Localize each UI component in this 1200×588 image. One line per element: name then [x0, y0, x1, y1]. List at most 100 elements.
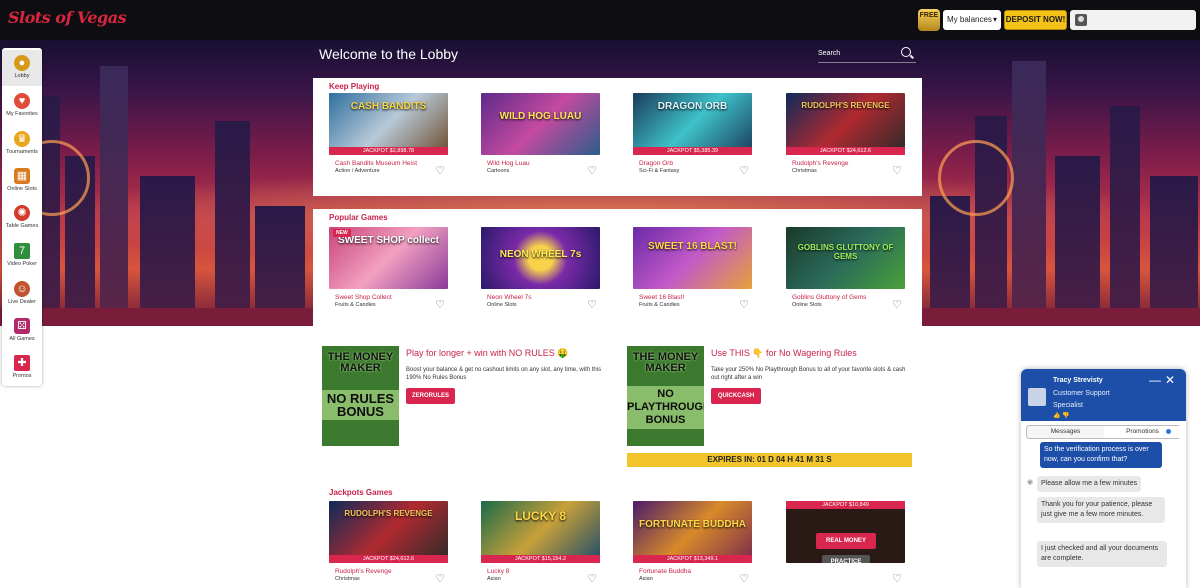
- sidebar-item-online-slots[interactable]: ▦ Online Slots: [2, 163, 42, 199]
- dealer-icon: ☺: [14, 281, 30, 297]
- game-name[interactable]: Wild Hog Luau: [487, 160, 530, 167]
- favorite-heart-icon[interactable]: ♡: [587, 164, 597, 177]
- game-art-title: DRAGON ORB: [657, 101, 728, 112]
- sidebar-item-table-games[interactable]: ✺ Table Games: [2, 200, 42, 236]
- chevron-down-icon: ▾: [992, 15, 997, 24]
- game-card[interactable]: NEON WHEEL 7s Neon Wheel 7s Online Slots…: [481, 227, 600, 319]
- game-thumbnail[interactable]: SWEET 16 BLAST!: [633, 227, 752, 289]
- game-card[interactable]: WILD HOG LUAU Wild Hog Luau Cartoons ♡: [481, 93, 600, 185]
- jackpot-amount: JACKPOT $10,849: [786, 501, 905, 509]
- practice-button[interactable]: PRACTICE: [822, 555, 870, 563]
- favorite-heart-icon[interactable]: ♡: [739, 572, 749, 585]
- sidebar-item-all-games[interactable]: ⚄ All Games: [2, 313, 42, 349]
- game-name[interactable]: Cash Bandits Museum Heist: [335, 160, 417, 167]
- game-thumbnail[interactable]: FORTUNATE BUDDHA JACKPOT $13,349.1: [633, 501, 752, 563]
- game-category: Christmas: [792, 168, 817, 174]
- minimize-icon[interactable]: —: [1149, 373, 1161, 387]
- chat-header: Tracy Strevisty Customer Support Special…: [1021, 369, 1186, 421]
- favorite-heart-icon[interactable]: ♡: [435, 164, 445, 177]
- game-thumbnail[interactable]: CASH BANDITS JACKPOT $2,898.78: [329, 93, 448, 155]
- tab-messages[interactable]: Messages: [1027, 426, 1104, 438]
- game-name[interactable]: Lucky 8: [487, 568, 509, 575]
- deposit-button[interactable]: DEPOSIT NOW!: [1004, 10, 1067, 30]
- game-name[interactable]: Rudolph's Revenge: [792, 160, 849, 167]
- game-thumbnail[interactable]: GOBLINS GLUTTONY OF GEMS: [786, 227, 905, 289]
- game-name[interactable]: Sweet 16 Blast!: [639, 294, 684, 301]
- game-art-title: RUDOLPH'S REVENGE: [801, 101, 890, 110]
- game-card[interactable]: FORTUNATE BUDDHA JACKPOT $13,349.1 Fortu…: [633, 501, 752, 588]
- game-thumbnail[interactable]: DRAGON ORB JACKPOT $5,385.39: [633, 93, 752, 155]
- sidebar-item-favorites[interactable]: ♥ My Favorites: [2, 88, 42, 124]
- favorite-heart-icon[interactable]: ♡: [435, 572, 445, 585]
- balances-label: My balances: [947, 15, 992, 24]
- game-category: Action / Adventure: [335, 168, 380, 174]
- game-name[interactable]: Dragon Orb: [639, 160, 673, 167]
- game-art-title: RUDOLPH'S REVENGE: [344, 509, 433, 518]
- game-category: Online Slots: [487, 302, 517, 308]
- agent-role: Customer Support Specialist: [1053, 390, 1110, 409]
- game-card[interactable]: SWEET 16 BLAST! Sweet 16 Blast! Fruits &…: [633, 227, 752, 319]
- search-input[interactable]: Search: [818, 50, 840, 57]
- favorite-heart-icon[interactable]: ♡: [892, 164, 902, 177]
- game-name[interactable]: Goblins Gluttony of Gems: [792, 294, 866, 301]
- game-category: Asian: [639, 576, 653, 582]
- game-art-title: WILD HOG LUAU: [499, 111, 582, 122]
- sidebar-item-label: Tournaments: [6, 149, 38, 155]
- section-title: Jackpots Games: [329, 488, 393, 497]
- search-icon[interactable]: [901, 47, 911, 57]
- favorite-heart-icon[interactable]: ♡: [739, 298, 749, 311]
- favorite-heart-icon[interactable]: ♡: [892, 572, 902, 585]
- game-card[interactable]: RUDOLPH'S REVENGE JACKPOT $24,612.6 Rudo…: [329, 501, 448, 588]
- game-name[interactable]: Rudolph's Revenge: [335, 568, 392, 575]
- game-thumbnail[interactable]: LUCKY 8 JACKPOT $15,154.2: [481, 501, 600, 563]
- sidebar-item-lobby[interactable]: ● Lobby: [2, 50, 42, 86]
- section-title: Keep Playing: [329, 82, 380, 91]
- account-menu[interactable]: [1070, 10, 1196, 30]
- site-logo[interactable]: Slots of Vegas: [8, 8, 127, 27]
- game-thumbnail[interactable]: JACKPOT $10,849 REAL MONEY PRACTICE: [786, 501, 905, 563]
- sidebar-item-live-dealer[interactable]: ☺ Live Dealer: [2, 276, 42, 312]
- game-art-title: SWEET 16 BLAST!: [648, 241, 737, 252]
- promo-code-button[interactable]: QUICKCASH: [711, 388, 761, 404]
- promo-description: Take your 250% No Playthrough Bonus to a…: [711, 367, 906, 381]
- promo-art-main: NO PLAYTHROUGH BONUS: [627, 386, 704, 429]
- game-thumbnail[interactable]: RUDOLPH'S REVENGE JACKPOT $24,612.6: [786, 93, 905, 155]
- promo-code-button[interactable]: ZERORULES: [406, 388, 455, 404]
- balances-dropdown[interactable]: My balances ▾: [943, 10, 1001, 30]
- game-thumbnail[interactable]: RUDOLPH'S REVENGE JACKPOT $24,612.6: [329, 501, 448, 563]
- game-card[interactable]: CASH BANDITS JACKPOT $2,898.78 Cash Band…: [329, 93, 448, 185]
- jackpot-amount: JACKPOT $15,154.2: [481, 555, 600, 563]
- sidebar-item-video-poker[interactable]: 7 Video Poker: [2, 238, 42, 274]
- promo-banner-image[interactable]: THE MONEY MAKER NO PLAYTHROUGH BONUS: [627, 346, 704, 446]
- real-money-button[interactable]: REAL MONEY: [816, 533, 876, 549]
- sidebar-item-promos[interactable]: ✚ Promos: [2, 350, 42, 386]
- game-thumbnail[interactable]: WILD HOG LUAU: [481, 93, 600, 155]
- sidebar-item-label: Live Dealer: [8, 299, 36, 305]
- rating-thumbs-icon[interactable]: 👍 👎: [1053, 412, 1070, 419]
- game-card[interactable]: JACKPOT $10,849 REAL MONEY PRACTICE ♡: [786, 501, 905, 588]
- game-card[interactable]: LUCKY 8 JACKPOT $15,154.2 Lucky 8 Asian …: [481, 501, 600, 588]
- sidebar-item-label: Table Games: [5, 223, 39, 229]
- favorite-heart-icon[interactable]: ♡: [892, 298, 902, 311]
- game-card[interactable]: SWEET SHOP collect NEW Sweet Shop Collec…: [329, 227, 448, 319]
- game-thumbnail[interactable]: NEON WHEEL 7s: [481, 227, 600, 289]
- promo-banner-image[interactable]: THE MONEY MAKER NO RULES BONUS: [322, 346, 399, 446]
- game-card[interactable]: DRAGON ORB JACKPOT $5,385.39 Dragon Orb …: [633, 93, 752, 185]
- dice-icon: ⚄: [14, 318, 30, 334]
- game-card[interactable]: GOBLINS GLUTTONY OF GEMS Goblins Glutton…: [786, 227, 905, 319]
- close-icon[interactable]: ✕: [1165, 373, 1175, 387]
- sidebar-item-tournaments[interactable]: ♛ Tournaments: [2, 126, 42, 162]
- favorite-heart-icon[interactable]: ♡: [587, 572, 597, 585]
- game-card[interactable]: RUDOLPH'S REVENGE JACKPOT $24,612.6 Rudo…: [786, 93, 905, 185]
- favorite-heart-icon[interactable]: ♡: [435, 298, 445, 311]
- game-name[interactable]: Sweet Shop Collect: [335, 294, 392, 301]
- game-thumbnail[interactable]: SWEET SHOP collect NEW: [329, 227, 448, 289]
- favorite-heart-icon[interactable]: ♡: [739, 164, 749, 177]
- game-name[interactable]: Neon Wheel 7s: [487, 294, 531, 301]
- favorite-heart-icon[interactable]: ♡: [587, 298, 597, 311]
- free-spins-badge[interactable]: FREE: [918, 9, 940, 31]
- game-name[interactable]: Fortunate Buddha: [639, 568, 691, 575]
- seven-icon: 7: [14, 243, 30, 259]
- support-chat-widget: Tracy Strevisty Customer Support Special…: [1021, 369, 1186, 588]
- game-category: Online Slots: [792, 302, 822, 308]
